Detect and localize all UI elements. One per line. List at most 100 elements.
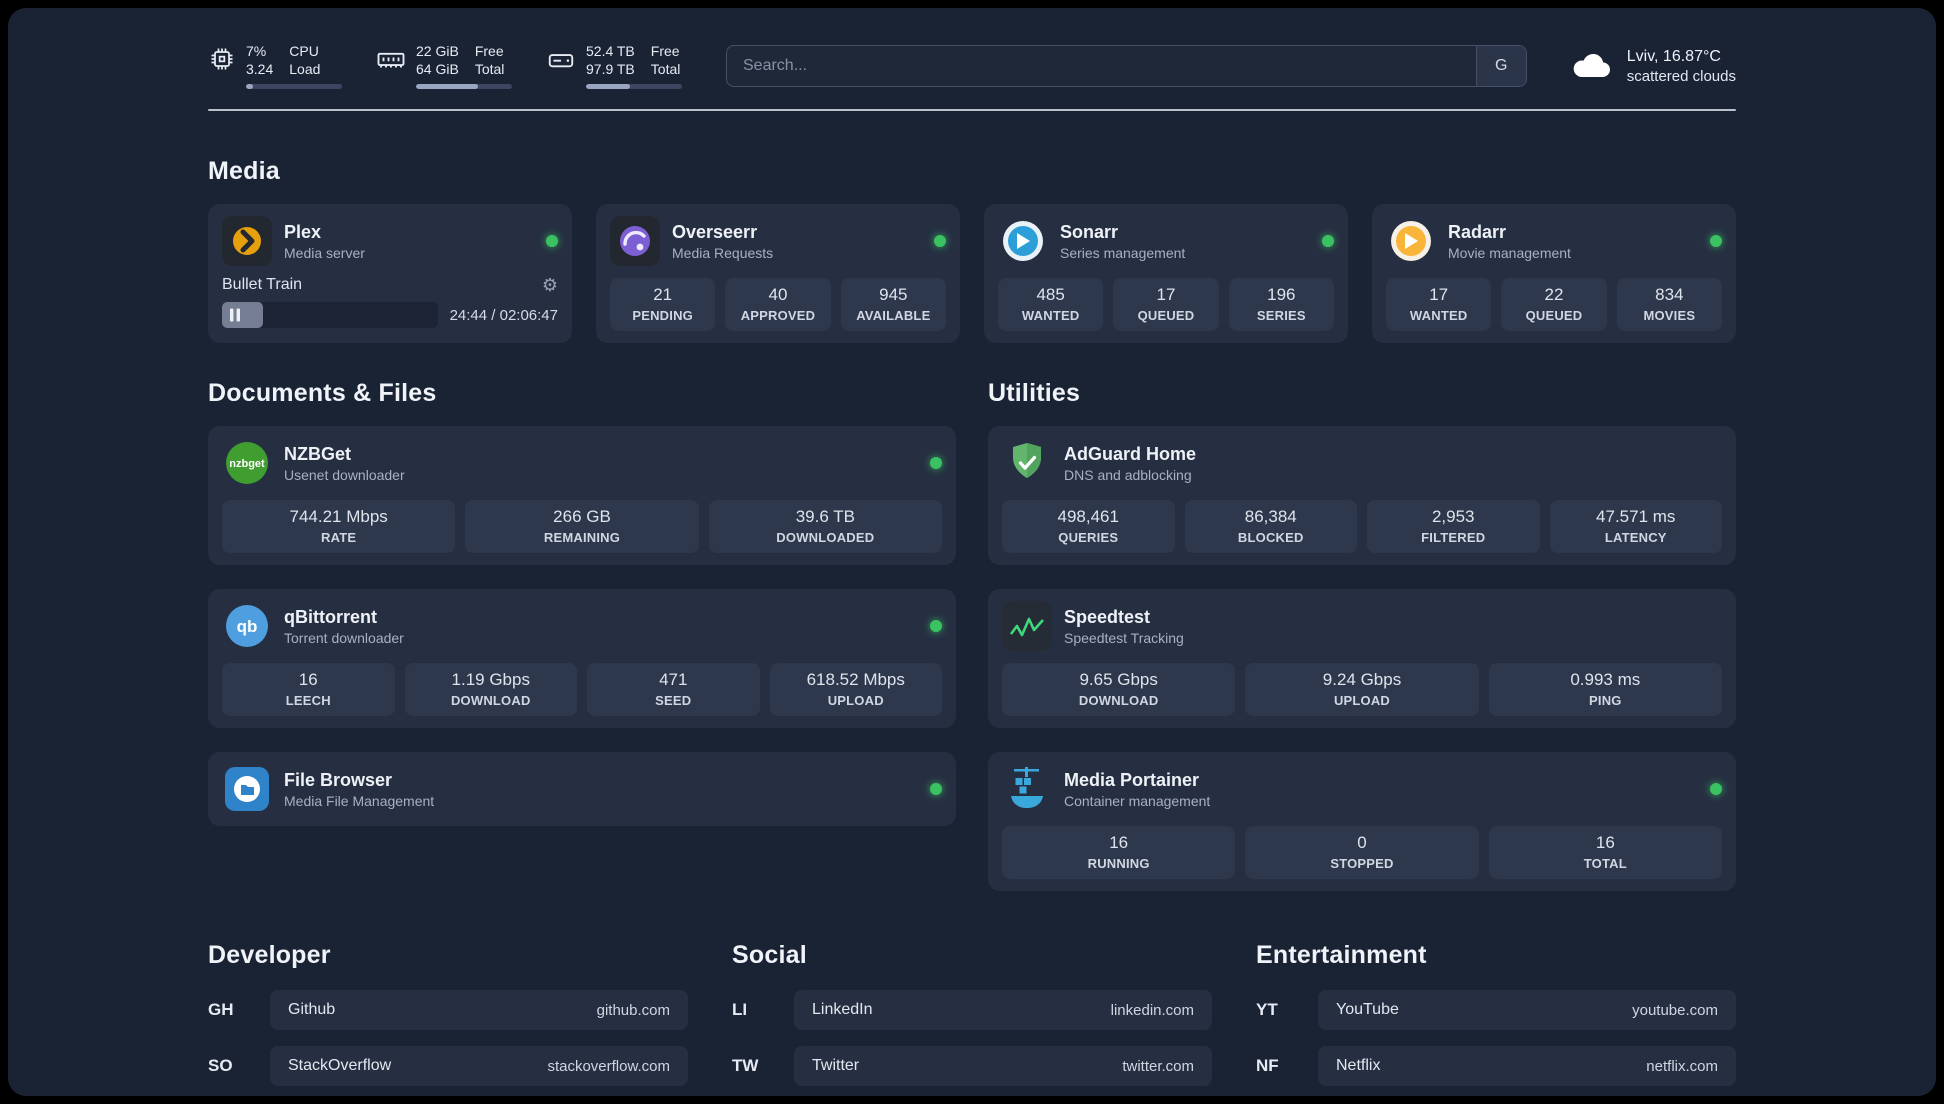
stat-rate: 744.21 Mbps RATE: [222, 500, 456, 553]
cpu-label-2: Load: [289, 61, 321, 77]
section-utilities: Utilities AdGuard Home DNS and adblockin…: [988, 379, 1736, 891]
bookmark-youtube: YT YouTube youtube.com: [1256, 990, 1736, 1030]
cpu-icon: [208, 45, 236, 73]
section-title-documents: Documents & Files: [208, 379, 437, 407]
app-name: Sonarr: [1060, 221, 1119, 242]
app-subtitle: Torrent downloader: [284, 629, 404, 646]
disk-free: 52.4 TB: [586, 43, 635, 59]
bookmark-link-linkedin[interactable]: LinkedIn linkedin.com: [794, 990, 1212, 1030]
adguard-icon: [1002, 438, 1052, 488]
now-playing: Bullet Train ⚙ 24:44 / 02:06:47: [222, 276, 558, 328]
stat-download: 1.19 Gbps DOWNLOAD: [404, 663, 577, 716]
disk-label-2: Total: [650, 61, 681, 77]
app-card-overseerr[interactable]: Overseerr Media Requests 21 PENDING 40 A…: [596, 204, 960, 343]
status-dot: [934, 235, 946, 247]
section-media: Media Plex Media server Bullet Train ⚙ 2…: [208, 157, 1736, 343]
search-engine-button[interactable]: G: [1475, 45, 1526, 86]
ram-total: 64 GiB: [416, 61, 459, 77]
bookmark-link-twitter[interactable]: Twitter twitter.com: [794, 1046, 1212, 1086]
app-card-filebrowser[interactable]: File Browser Media File Management: [208, 752, 956, 826]
app-card-adguard[interactable]: AdGuard Home DNS and adblocking 498,461 …: [988, 426, 1736, 565]
weather-condition: scattered clouds: [1626, 67, 1736, 85]
app-name: Radarr: [1448, 221, 1507, 242]
status-dot: [1322, 235, 1334, 247]
qbittorrent-icon: qb: [222, 601, 272, 651]
section-title-developer: Developer: [208, 941, 331, 969]
stat-ping: 0.993 ms PING: [1488, 663, 1722, 716]
app-subtitle: Speedtest Tracking: [1064, 629, 1184, 646]
stat-leech: 16 LEECH: [222, 663, 395, 716]
app-name: qBittorrent: [284, 606, 377, 627]
section-title-social: Social: [732, 941, 807, 969]
stat-running: 16 RUNNING: [1002, 826, 1236, 879]
stat-latency: 47.571 ms LATENCY: [1549, 500, 1722, 553]
search-bar: G: [726, 44, 1527, 87]
stat-blocked: 86,384 BLOCKED: [1184, 500, 1357, 553]
filebrowser-icon: [222, 764, 272, 814]
status-dot: [930, 620, 942, 632]
playback-progress-bar[interactable]: [222, 302, 438, 328]
sonarr-icon: [998, 216, 1048, 266]
stat-stopped: 0 STOPPED: [1245, 826, 1479, 879]
stat-queued: 22 QUEUED: [1501, 278, 1607, 331]
gear-icon[interactable]: ⚙: [542, 276, 558, 294]
app-card-qbittorrent[interactable]: qb qBittorrent Torrent downloader 16 LEE…: [208, 589, 956, 728]
stat-queued: 17 QUEUED: [1113, 278, 1219, 331]
stat-remaining: 266 GB REMAINING: [465, 500, 699, 553]
bookmark-link-github[interactable]: Github github.com: [270, 990, 688, 1030]
topbar: 7% 3.24 CPU Load 22 GiB 64 GiB Free Tota…: [208, 42, 1736, 89]
app-card-speedtest[interactable]: Speedtest Speedtest Tracking 9.65 Gbps D…: [988, 589, 1736, 728]
ram-icon: [376, 45, 406, 75]
app-subtitle: Movie management: [1448, 244, 1571, 261]
disk-total: 97.9 TB: [586, 61, 635, 77]
stat-downloaded: 39.6 TB DOWNLOADED: [708, 500, 942, 553]
stat-upload: 618.52 Mbps UPLOAD: [769, 663, 942, 716]
bookmark-stackoverflow: SO StackOverflow stackoverflow.com: [208, 1046, 688, 1086]
nzbget-icon: nzbget: [222, 438, 272, 488]
app-card-portainer[interactable]: Media Portainer Container management 16 …: [988, 752, 1736, 891]
now-playing-title: Bullet Train: [222, 276, 303, 293]
section-entertainment: Entertainment YT YouTube youtube.com NF …: [1256, 941, 1736, 1096]
app-name: AdGuard Home: [1064, 443, 1197, 464]
app-card-nzbget[interactable]: nzbget NZBGet Usenet downloader 744.21 M…: [208, 426, 956, 565]
ram-label-1: Free: [474, 43, 504, 59]
speedtest-icon: [1002, 601, 1052, 651]
radarr-icon: [1386, 216, 1436, 266]
disk-label-1: Free: [650, 43, 680, 59]
cpu-usage-bar: [246, 84, 342, 89]
cpu-label-1: CPU: [289, 43, 319, 59]
search-input[interactable]: [727, 45, 1476, 86]
stat-total: 16 TOTAL: [1488, 826, 1722, 879]
section-documents: Documents & Files nzbget NZBGet Usenet d…: [208, 379, 956, 891]
bookmark-link-youtube[interactable]: YouTube youtube.com: [1318, 990, 1736, 1030]
playback-time: 24:44 / 02:06:47: [449, 306, 558, 324]
stat-wanted: 17 WANTED: [1386, 278, 1492, 331]
topbar-divider: [208, 109, 1736, 111]
bookmark-linkedin: LI LinkedIn linkedin.com: [732, 990, 1212, 1030]
section-title-utilities: Utilities: [988, 379, 1081, 407]
app-card-radarr[interactable]: Radarr Movie management 17 WANTED 22 QUE…: [1372, 204, 1736, 343]
app-card-sonarr[interactable]: Sonarr Series management 485 WANTED 17 Q…: [984, 204, 1348, 343]
section-developer: Developer GH Github github.com SO StackO…: [208, 941, 688, 1096]
bookmark-abbr: LI: [732, 1000, 748, 1019]
app-subtitle: Series management: [1060, 244, 1186, 261]
status-dot: [930, 783, 942, 795]
svg-text:nzbget: nzbget: [229, 458, 265, 470]
cpu-monitor: 7% 3.24 CPU Load: [208, 42, 342, 89]
app-subtitle: Usenet downloader: [284, 466, 405, 483]
app-name: Speedtest: [1064, 606, 1151, 627]
app-name: Overseerr: [672, 221, 758, 242]
bookmark-link-netflix[interactable]: Netflix netflix.com: [1318, 1046, 1736, 1086]
disk-monitor: 52.4 TB 97.9 TB Free Total: [546, 42, 682, 89]
bookmark-link-stackoverflow[interactable]: StackOverflow stackoverflow.com: [270, 1046, 688, 1086]
status-dot: [546, 235, 558, 247]
ram-monitor: 22 GiB 64 GiB Free Total: [376, 42, 512, 89]
stat-approved: 40 APPROVED: [725, 278, 831, 331]
bookmark-abbr: NF: [1256, 1056, 1279, 1075]
section-title-media: Media: [208, 157, 280, 185]
app-subtitle: Media server: [284, 244, 365, 261]
app-card-plex[interactable]: Plex Media server Bullet Train ⚙ 24:44 /…: [208, 204, 572, 343]
stat-seed: 471 SEED: [587, 663, 760, 716]
pause-icon[interactable]: [230, 308, 240, 322]
bookmark-abbr: TW: [732, 1056, 759, 1075]
